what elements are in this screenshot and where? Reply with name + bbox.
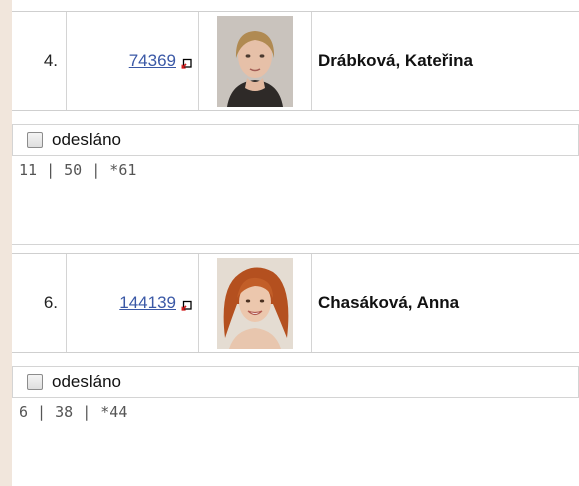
person-photo	[217, 15, 293, 107]
person-id-link[interactable]: 144139	[119, 293, 176, 313]
person-id-link[interactable]: 74369	[129, 51, 176, 71]
person-photo	[217, 257, 293, 349]
sent-checkbox-row: odesláno	[12, 124, 579, 156]
page: 4. 74369 Drábková, Kateřina odesláno 11 …	[0, 0, 579, 486]
person-id-cell: 144139	[67, 254, 199, 352]
sent-checkbox[interactable]	[27, 132, 43, 148]
photo-cell	[199, 254, 312, 352]
notes-textarea[interactable]: 6 | 38 | *44	[12, 399, 579, 486]
notes-textarea[interactable]: 11 | 50 | *61	[12, 157, 579, 245]
person-id-cell: 74369	[67, 12, 199, 110]
sent-checkbox-row: odesláno	[12, 366, 579, 398]
person-row: 4. 74369 Drábková, Kateřina	[12, 11, 579, 111]
person-row: 6. 144139 Chasáková, Anna	[12, 253, 579, 353]
sent-checkbox[interactable]	[27, 374, 43, 390]
person-name: Chasáková, Anna	[318, 293, 460, 312]
row-number: 6.	[12, 254, 67, 352]
sent-checkbox-label: odesláno	[52, 130, 122, 149]
external-link-icon[interactable]	[181, 58, 192, 69]
external-link-icon[interactable]	[181, 300, 192, 311]
row-number: 4.	[12, 12, 67, 110]
photo-cell	[199, 12, 312, 110]
person-name: Drábková, Kateřina	[318, 51, 473, 70]
sent-checkbox-label: odesláno	[52, 372, 122, 391]
